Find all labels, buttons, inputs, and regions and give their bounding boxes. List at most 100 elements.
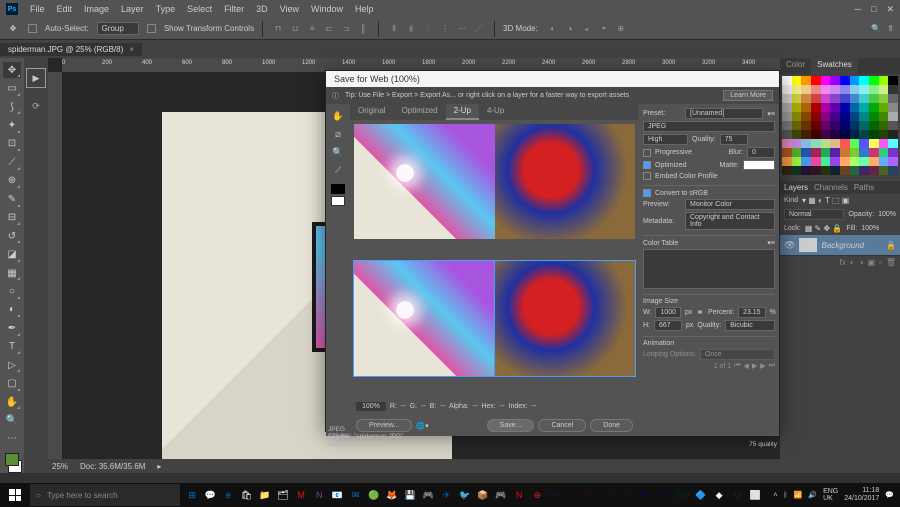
taskbar-app-icon[interactable]: Id: [566, 485, 582, 505]
fill-value[interactable]: 100%: [861, 225, 879, 232]
swatch[interactable]: [840, 166, 850, 175]
opacity-value[interactable]: 100%: [878, 211, 896, 218]
taskbar-app-icon[interactable]: ✉: [348, 485, 364, 505]
swatch[interactable]: [801, 121, 811, 130]
eyedropper-tool[interactable]: ⟋: [3, 154, 21, 170]
adjust-icon[interactable]: ◑: [859, 258, 864, 267]
dodge-tool[interactable]: ◐: [3, 302, 21, 318]
swatch[interactable]: [830, 121, 840, 130]
swatch[interactable]: [830, 157, 840, 166]
tab-original[interactable]: Original: [350, 104, 394, 120]
visibility-icon[interactable]: 👁: [784, 240, 795, 251]
eyedropper-icon[interactable]: ⟋: [330, 162, 346, 178]
swatch[interactable]: [840, 130, 850, 139]
shape-tool[interactable]: ▢: [3, 375, 21, 391]
swatch[interactable]: [850, 112, 860, 121]
swatch[interactable]: [850, 85, 860, 94]
swatch[interactable]: [830, 103, 840, 112]
swatch[interactable]: [859, 103, 869, 112]
swatch[interactable]: [821, 130, 831, 139]
gradient-tool[interactable]: ▦: [3, 265, 21, 281]
tab-optimized[interactable]: Optimized: [394, 104, 446, 120]
more-tools[interactable]: ⋯: [3, 431, 21, 447]
swatch[interactable]: [782, 139, 792, 148]
taskbar-app-icon[interactable]: ⊕: [529, 485, 545, 505]
move-tool[interactable]: ✥: [3, 62, 21, 78]
swatch[interactable]: [821, 166, 831, 175]
taskbar-app-icon[interactable]: 🎮: [493, 485, 509, 505]
blur-input[interactable]: 0: [747, 147, 775, 158]
percent-input[interactable]: 23.15: [738, 307, 766, 318]
history-brush-tool[interactable]: ↺: [3, 228, 21, 244]
progressive-checkbox[interactable]: [643, 149, 651, 157]
swatch[interactable]: [888, 121, 898, 130]
swatch[interactable]: [811, 157, 821, 166]
learn-more-button[interactable]: Learn More: [723, 90, 773, 101]
taskbar-app-icon[interactable]: 📦: [475, 485, 491, 505]
crop-tool[interactable]: ⊡: [3, 136, 21, 152]
eraser-tool[interactable]: ◪: [3, 246, 21, 262]
menu-image[interactable]: Image: [84, 4, 109, 14]
swatch[interactable]: [850, 157, 860, 166]
swatch[interactable]: [859, 148, 869, 157]
taskbar-app-icon[interactable]: M: [293, 485, 309, 505]
swatch[interactable]: [850, 130, 860, 139]
quality-input[interactable]: 75: [720, 134, 748, 145]
swatch[interactable]: [859, 166, 869, 175]
tab-2up[interactable]: 2-Up: [446, 104, 479, 120]
swatch[interactable]: [879, 76, 889, 85]
metadata-select[interactable]: Copyright and Contact Info: [685, 212, 775, 230]
swatch[interactable]: [888, 76, 898, 85]
swatch[interactable]: [801, 112, 811, 121]
minimize-icon[interactable]: ─: [855, 4, 861, 15]
swatch[interactable]: [879, 130, 889, 139]
swatch[interactable]: [850, 94, 860, 103]
swatch[interactable]: [792, 103, 802, 112]
swatch[interactable]: [888, 112, 898, 121]
menu-view[interactable]: View: [280, 4, 299, 14]
foreground-color[interactable]: [5, 453, 19, 466]
volume-icon[interactable]: 🔊: [808, 491, 817, 499]
swatch[interactable]: [782, 148, 792, 157]
transform-checkbox[interactable]: [147, 24, 156, 33]
swatch[interactable]: [811, 166, 821, 175]
menu-3d[interactable]: 3D: [256, 4, 268, 14]
slice-tool-icon[interactable]: ⧄: [330, 126, 346, 142]
swatch[interactable]: [840, 85, 850, 94]
swatch[interactable]: [830, 166, 840, 175]
preview-mode-select[interactable]: Monitor Color: [685, 199, 775, 210]
swatch[interactable]: [859, 130, 869, 139]
matte-color[interactable]: [743, 160, 775, 170]
zoom-select[interactable]: 100%: [356, 402, 386, 411]
swatch[interactable]: [869, 130, 879, 139]
close-icon[interactable]: ✕: [886, 4, 894, 15]
swatch[interactable]: [792, 76, 802, 85]
cancel-button[interactable]: Cancel: [538, 419, 586, 432]
wifi-icon[interactable]: 📶: [794, 491, 803, 499]
swatch[interactable]: [782, 103, 792, 112]
format-select[interactable]: JPEG: [643, 121, 775, 132]
optimized-checkbox[interactable]: [643, 161, 651, 169]
brush-tool[interactable]: ✎: [3, 191, 21, 207]
menu-layer[interactable]: Layer: [121, 4, 144, 14]
path-tool[interactable]: ▷: [3, 357, 21, 373]
browser-dropdown-icon[interactable]: 🌐▾: [416, 422, 428, 430]
swatch[interactable]: [792, 130, 802, 139]
width-input[interactable]: 1000: [655, 307, 681, 318]
lasso-tool[interactable]: ⟆: [3, 99, 21, 115]
swatch[interactable]: [869, 139, 879, 148]
taskbar-app-icon[interactable]: Lr: [620, 485, 636, 505]
swatch[interactable]: [792, 94, 802, 103]
original-preview-right[interactable]: [495, 124, 636, 239]
swatch[interactable]: [801, 148, 811, 157]
swatch[interactable]: [888, 85, 898, 94]
swatch[interactable]: [850, 76, 860, 85]
swatch[interactable]: [811, 121, 821, 130]
swatch[interactable]: [850, 103, 860, 112]
swatch[interactable]: [801, 130, 811, 139]
quality-preset-select[interactable]: High: [643, 134, 688, 145]
taskbar-app-icon[interactable]: 🐦: [457, 485, 473, 505]
play-action-icon[interactable]: ▶: [26, 68, 46, 88]
menu-type[interactable]: Type: [156, 4, 176, 14]
swatch[interactable]: [792, 85, 802, 94]
